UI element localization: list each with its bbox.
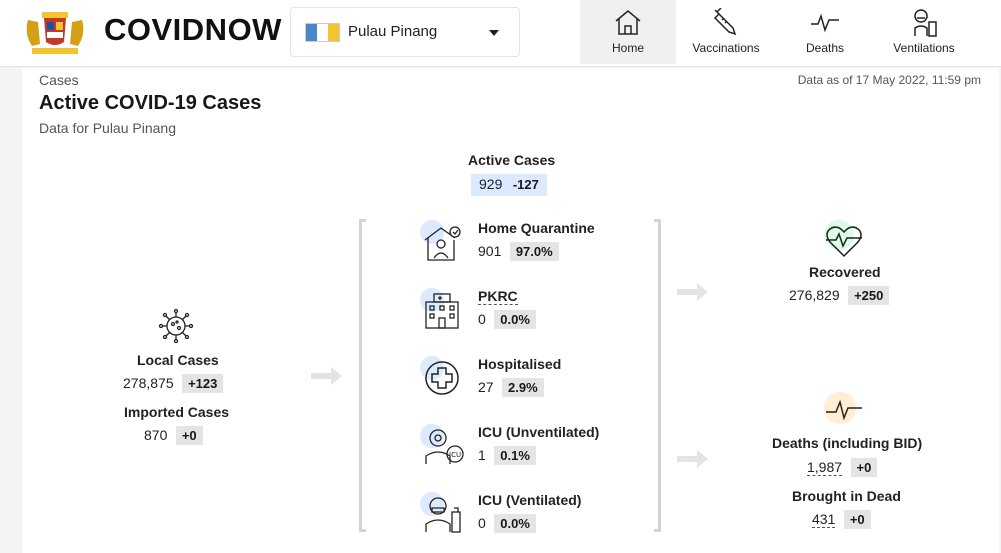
icu-ventilated-value: 0 <box>478 515 486 531</box>
data-as-of-timestamp: Data as of 17 May 2022, 11:59 pm <box>797 73 981 87</box>
home-quarantine-stat: 901 97.0% <box>478 242 559 261</box>
card-kicker: Cases <box>39 72 79 88</box>
right-bracket <box>654 219 661 532</box>
deaths-stat[interactable]: 1,987 +0 <box>807 458 878 477</box>
hospitalised-stat: 27 2.9% <box>478 378 544 397</box>
arrow-right-icon <box>677 450 708 468</box>
icu-ventilated-label: ICU (Ventilated) <box>478 492 582 508</box>
home-icon <box>615 10 641 35</box>
icu-ventilated-stat: 0 0.0% <box>478 514 536 533</box>
imported-cases-value: 870 <box>144 427 168 443</box>
ventilated-icon <box>425 497 461 533</box>
home-quarantine-pct: 97.0% <box>509 242 559 261</box>
hospitalised-pct: 2.9% <box>502 378 544 397</box>
icu-unventilated-stat: 1 0.1% <box>478 446 536 465</box>
local-cases-value: 278,875 <box>123 375 174 391</box>
home-quarantine-label: Home Quarantine <box>478 220 595 236</box>
recovered-change: +250 <box>848 286 890 305</box>
local-cases-change: +123 <box>182 374 224 393</box>
imported-cases-change: +0 <box>175 426 203 445</box>
pkrc-pct: 0.0% <box>494 310 536 329</box>
pkrc-label[interactable]: PKRC <box>478 288 518 305</box>
deaths-value: 1,987 <box>807 459 843 476</box>
hospitalised-value: 27 <box>478 379 494 395</box>
icu-ventilated-icon-wrap <box>420 492 464 534</box>
nav-label-deaths: Deaths <box>805 41 845 55</box>
heart-pulse-icon <box>826 226 862 258</box>
icu-unventilated-icon-wrap: ICU <box>420 424 464 466</box>
card-subtitle: Data for Pulau Pinang <box>39 120 176 136</box>
chevron-down-icon <box>489 30 499 36</box>
active-cases-card: Cases Active COVID-19 Cases Data for Pul… <box>22 68 999 553</box>
deaths-icon-wrap <box>822 392 864 426</box>
left-bracket <box>359 219 366 532</box>
icu-unventilated-pct: 0.1% <box>494 446 536 465</box>
active-cases-change: -127 <box>512 177 539 192</box>
deaths-label: Deaths (including BID) <box>772 435 923 451</box>
pkrc-label-text: PKRC <box>478 288 518 305</box>
recovered-value: 276,829 <box>789 287 840 303</box>
home-quarantine-icon <box>424 226 461 261</box>
pulse-icon <box>811 13 839 33</box>
imported-cases-stat: 870 +0 <box>144 426 203 445</box>
local-cases-label: Local Cases <box>137 352 219 368</box>
syringe-icon <box>713 8 737 36</box>
nav-tab-deaths[interactable]: Deaths <box>778 0 872 64</box>
pkrc-icon-wrap <box>420 288 462 330</box>
nav-label-home: Home <box>611 41 644 55</box>
active-cases-label: Active Cases <box>468 152 556 168</box>
coat-of-arms-logo[interactable] <box>22 8 88 56</box>
icu-icon: ICU <box>425 429 464 464</box>
nav-label-ventilations: Ventilations <box>893 41 955 55</box>
home-quarantine-value: 901 <box>478 243 502 259</box>
arrow-right-icon <box>311 367 342 385</box>
brought-in-dead-change: +0 <box>843 510 871 529</box>
recovered-icon-wrap <box>822 218 864 260</box>
brought-in-dead-stat[interactable]: 431 +0 <box>812 510 871 529</box>
top-nav-bar: COVIDNOW Pulau Pinang Home Vaccinations … <box>0 0 1001 67</box>
brand-title[interactable]: COVIDNOW <box>104 12 282 48</box>
pkrc-value: 0 <box>478 311 486 327</box>
pulau-pinang-flag-icon <box>305 23 340 42</box>
pkrc-stat: 0 0.0% <box>478 310 536 329</box>
building-icon <box>425 293 459 329</box>
nav-tab-vaccinations[interactable]: Vaccinations <box>680 0 772 64</box>
recovered-label: Recovered <box>809 264 881 280</box>
active-cases-stat: 929 -127 <box>471 174 547 196</box>
arrow-right-icon <box>677 283 708 301</box>
deaths-change: +0 <box>850 458 878 477</box>
brought-in-dead-value: 431 <box>812 511 836 528</box>
svg-text:ICU: ICU <box>449 451 461 459</box>
hospitalised-icon-wrap <box>420 356 462 398</box>
state-dropdown[interactable]: Pulau Pinang <box>290 7 520 57</box>
virus-icon <box>158 308 194 344</box>
home-quarantine-icon-wrap <box>420 220 462 262</box>
nav-label-vaccinations: Vaccinations <box>692 41 760 55</box>
icu-ventilated-pct: 0.0% <box>494 514 536 533</box>
state-dropdown-value: Pulau Pinang <box>348 23 438 40</box>
pulse-icon <box>826 399 862 421</box>
medical-cross-icon <box>425 361 459 395</box>
icu-unventilated-value: 1 <box>478 447 486 463</box>
nav-tab-home[interactable]: Home <box>580 0 676 64</box>
nav-tab-ventilations[interactable]: Ventilations <box>876 0 972 64</box>
card-title: Active COVID-19 Cases <box>39 92 262 114</box>
recovered-stat: 276,829 +250 <box>789 286 890 305</box>
icu-unventilated-label: ICU (Unventilated) <box>478 424 600 440</box>
imported-cases-label: Imported Cases <box>124 404 230 420</box>
local-cases-stat: 278,875 +123 <box>123 374 224 393</box>
active-cases-value: 929 <box>479 176 503 192</box>
hospitalised-label: Hospitalised <box>478 356 562 372</box>
brought-in-dead-label: Brought in Dead <box>792 488 901 504</box>
ventilator-icon <box>914 9 937 37</box>
